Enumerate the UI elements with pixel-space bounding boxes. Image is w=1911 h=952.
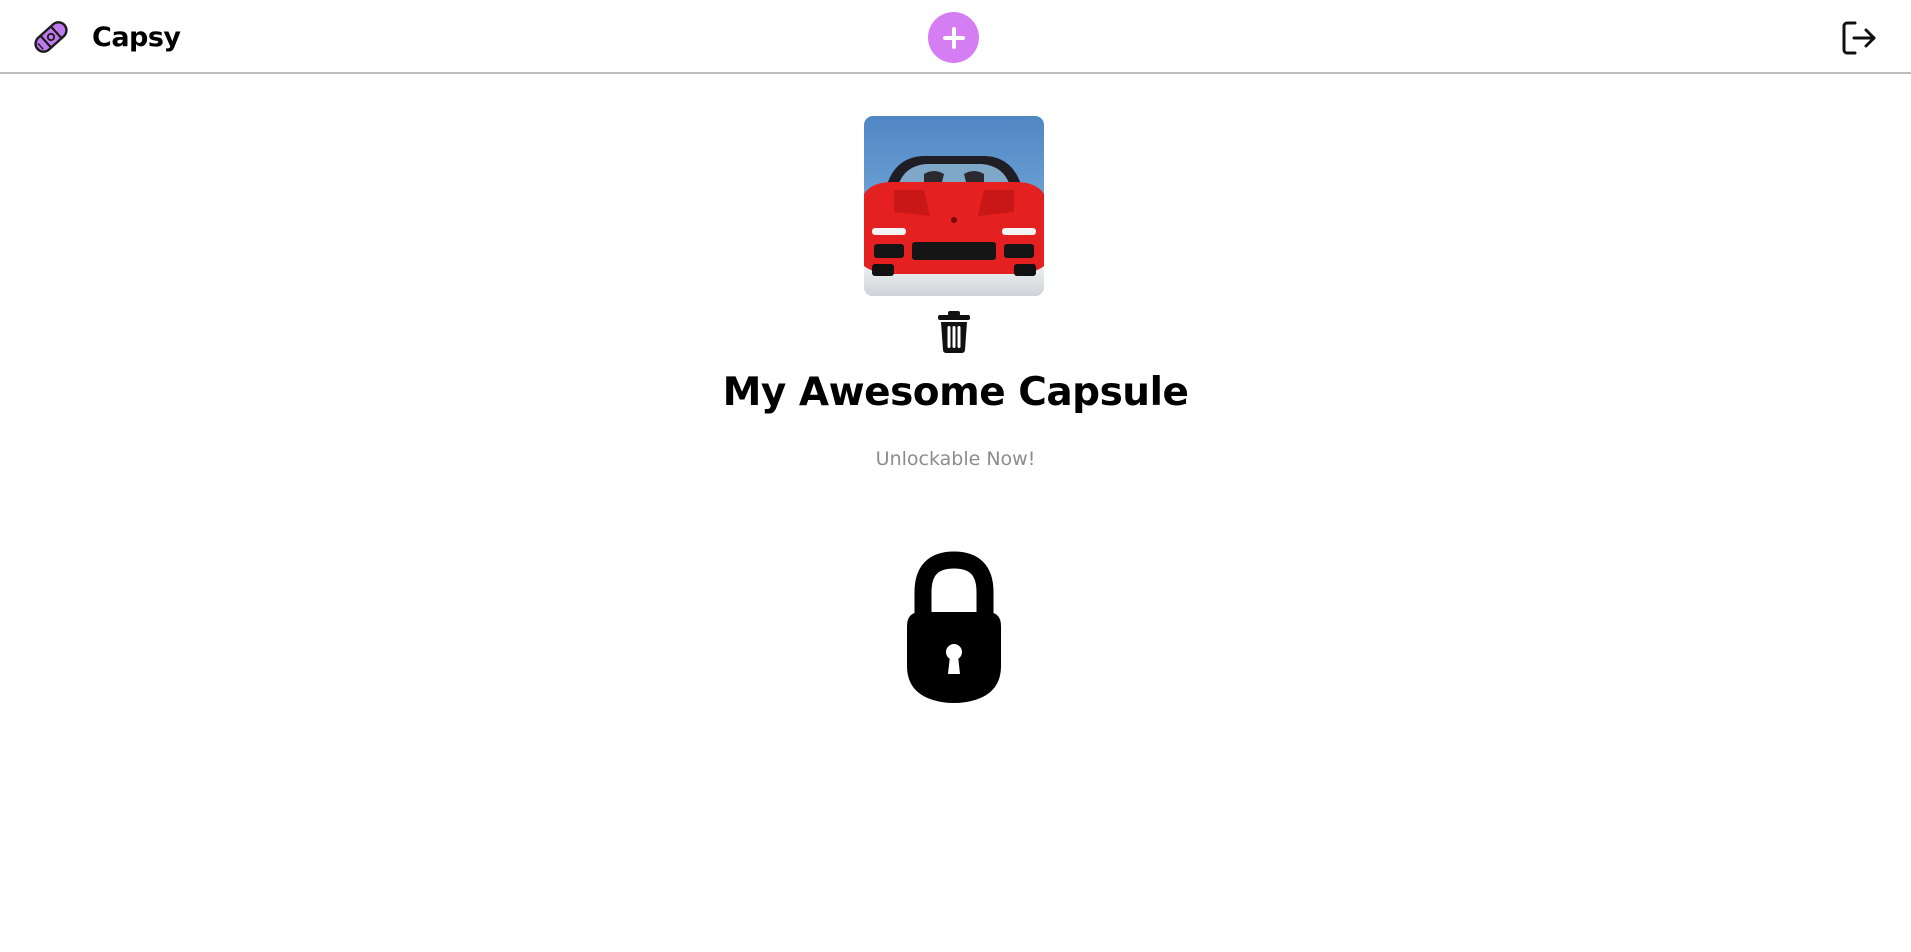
padlock-icon (907, 551, 1001, 703)
plus-icon (942, 26, 965, 49)
logout-button[interactable] (1839, 18, 1879, 58)
crayon-capsule-icon (34, 21, 68, 53)
capsule-detail: My Awesome Capsule Unlockable Now! (0, 74, 1911, 952)
capsule-image (864, 116, 1044, 296)
add-capsule-button[interactable] (928, 12, 979, 63)
top-navigation-bar: Capsy (0, 0, 1911, 74)
capsule-status: Unlockable Now! (875, 448, 1036, 470)
logout-icon (1842, 21, 1876, 55)
unlock-capsule-button[interactable] (903, 514, 1005, 728)
red-sports-car-photo (864, 116, 1044, 296)
brand-name: Capsy (92, 21, 181, 53)
capsule-title: My Awesome Capsule (722, 370, 1189, 415)
brand-home-link[interactable]: Capsy (30, 16, 181, 58)
delete-capsule-button[interactable] (935, 310, 973, 354)
trash-icon (938, 311, 970, 353)
